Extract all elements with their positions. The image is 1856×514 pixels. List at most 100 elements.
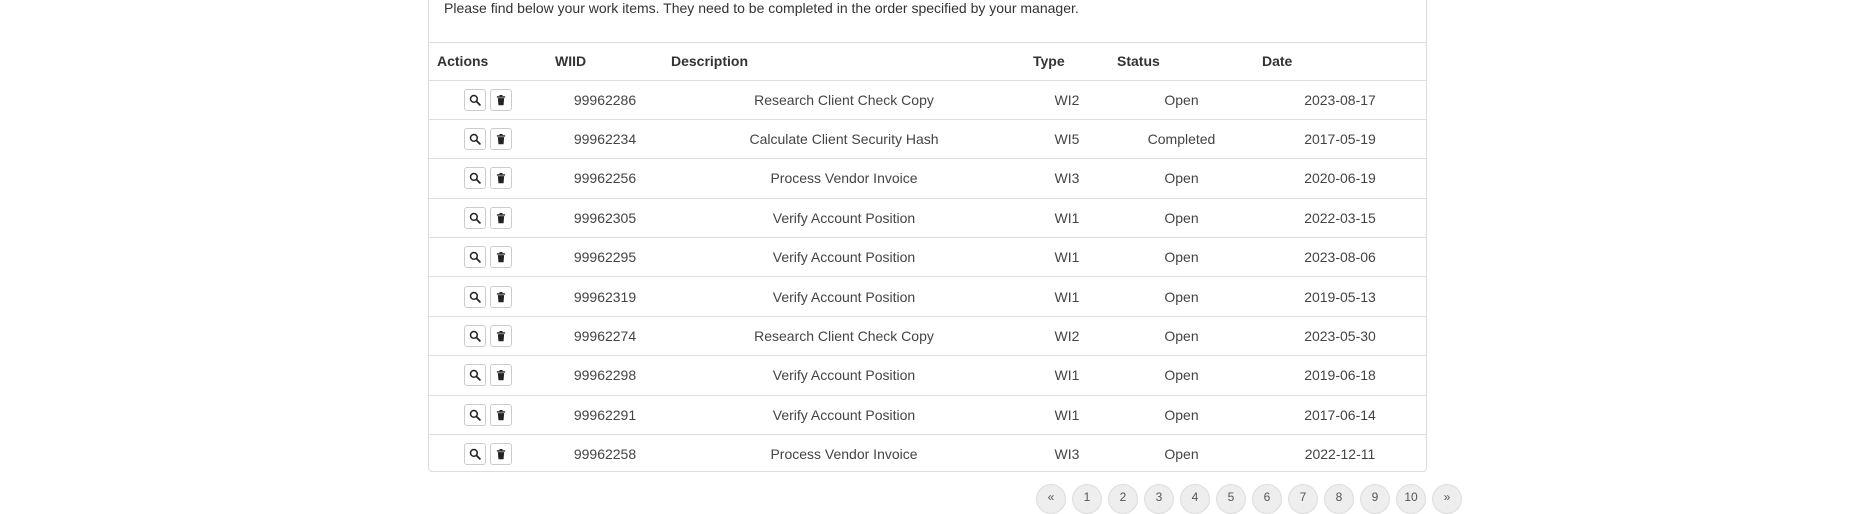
description-cell: Verify Account Position: [663, 198, 1025, 239]
trash-icon: [495, 330, 507, 342]
status-cell: Open: [1109, 158, 1254, 199]
page-link[interactable]: 10: [1396, 484, 1426, 514]
type-cell: WI1: [1025, 198, 1109, 239]
table-header-row: Actions WIID Description Type Status Dat…: [429, 43, 1426, 81]
delete-button[interactable]: [490, 167, 512, 190]
date-cell: 2023-05-30: [1254, 316, 1426, 357]
view-button[interactable]: [464, 364, 486, 387]
description-cell: Verify Account Position: [663, 237, 1025, 278]
table-row: 99962258 Process Vendor Invoice WI3 Open 202…: [429, 435, 1426, 474]
search-icon: [469, 409, 481, 421]
trash-icon: [495, 369, 507, 381]
description-cell: Research Client Check Copy: [663, 80, 1025, 120]
page-link[interactable]: 1: [1072, 484, 1102, 514]
page-link[interactable]: 5: [1216, 484, 1246, 514]
trash-icon: [495, 448, 507, 460]
search-icon: [469, 212, 481, 224]
type-cell: WI1: [1025, 276, 1109, 317]
view-button[interactable]: [464, 246, 486, 269]
table-row: 99962305 Verify Account Position WI1 Open 20…: [429, 198, 1426, 239]
actions-cell: [429, 158, 547, 199]
delete-button[interactable]: [490, 88, 512, 111]
trash-icon: [495, 212, 507, 224]
table-row: 99962274 Research Client Check Copy WI2 Ope…: [429, 316, 1426, 357]
view-button[interactable]: [464, 206, 486, 229]
date-cell: 2022-12-11: [1304, 446, 1376, 463]
page-link[interactable]: 3: [1144, 484, 1174, 514]
view-button[interactable]: [464, 128, 486, 151]
wiid-cell: 99962319: [547, 276, 663, 317]
page-link[interactable]: «: [1036, 484, 1066, 514]
actions-cell: [429, 276, 547, 317]
view-button[interactable]: [464, 403, 486, 426]
view-button[interactable]: [464, 443, 486, 466]
page-link[interactable]: 2: [1108, 484, 1138, 514]
delete-button[interactable]: [490, 246, 512, 269]
trash-icon: [495, 291, 507, 303]
status-cell: Open: [1109, 355, 1254, 396]
wiid-cell: 99962234: [547, 119, 663, 160]
search-icon: [469, 251, 481, 264]
type-cell: WI3: [1025, 158, 1109, 199]
description-cell: Calculate Client Security Hash: [663, 119, 1025, 160]
wiid-cell: 99962298: [547, 355, 663, 396]
wiid-cell: 99962256: [547, 158, 663, 199]
search-icon: [469, 172, 481, 185]
status-cell: Open: [1109, 316, 1254, 357]
delete-button[interactable]: [490, 206, 512, 229]
table-row: 99962286 Research Client Check Copy WI2 Ope…: [429, 80, 1426, 120]
description-cell: Process Vendor Invoice: [770, 446, 918, 463]
table-row: 99962319 Verify Account Position WI1 Open 20…: [429, 276, 1426, 317]
table-row: 99962291 Verify Account Position WI1 Open 20…: [429, 395, 1426, 436]
date-cell: 2017-05-19: [1254, 119, 1426, 160]
date-cell: 2017-06-14: [1254, 395, 1426, 436]
table-row: 99962295 Verify Account Position WI1 Open 20…: [429, 237, 1426, 278]
wiid-cell: 99962305: [547, 198, 663, 239]
status-cell: Open: [1109, 395, 1254, 436]
header-status: Status: [1109, 43, 1254, 81]
date-cell: 2023-08-06: [1254, 237, 1426, 278]
type-cell: WI1: [1025, 355, 1109, 396]
view-button[interactable]: [464, 88, 486, 111]
view-button[interactable]: [464, 325, 486, 348]
page-link[interactable]: 9: [1360, 484, 1390, 514]
page-link[interactable]: 7: [1288, 484, 1318, 514]
type-cell: WI1: [1025, 395, 1109, 436]
type-cell: WI5: [1025, 119, 1109, 160]
header-actions: Actions: [429, 43, 547, 81]
actions-cell: [429, 435, 547, 474]
page-link[interactable]: »: [1432, 484, 1462, 514]
header-wiid: WIID: [547, 43, 663, 81]
date-cell: 2019-06-18: [1254, 355, 1426, 396]
page-link[interactable]: 6: [1252, 484, 1282, 514]
status-cell: Open: [1109, 276, 1254, 317]
view-button[interactable]: [464, 285, 486, 308]
wiid-cell: 99962291: [547, 395, 663, 436]
view-button[interactable]: [464, 167, 486, 190]
page-link[interactable]: 8: [1324, 484, 1354, 514]
delete-button[interactable]: [490, 364, 512, 387]
search-icon: [469, 291, 481, 303]
page-link[interactable]: 4: [1180, 484, 1210, 514]
actions-cell: [429, 355, 547, 396]
type-cell: WI2: [1025, 316, 1109, 357]
trash-icon: [495, 251, 507, 263]
type-cell: WI1: [1025, 237, 1109, 278]
work-items-panel: Please find below your work items. They …: [428, 0, 1427, 472]
delete-button[interactable]: [490, 285, 512, 308]
table-row: 99962256 Process Vendor Invoice WI3 Open 202…: [429, 158, 1426, 199]
date-cell: 2020-06-19: [1254, 158, 1426, 199]
delete-button[interactable]: [490, 403, 512, 426]
status-cell: Completed: [1109, 119, 1254, 160]
status-cell: Open: [1109, 80, 1254, 120]
delete-button[interactable]: [490, 128, 512, 151]
wiid-cell: 99962286: [547, 80, 663, 120]
delete-button[interactable]: [490, 443, 512, 466]
description-cell: Process Vendor Invoice: [663, 158, 1025, 199]
table-row: 99962234 Calculate Client Security Hash WI…: [429, 119, 1426, 160]
date-cell: 2019-05-13: [1254, 276, 1426, 317]
status-cell: Open: [1164, 446, 1199, 463]
table-row: 99962298 Verify Account Position WI1 Open 20…: [429, 355, 1426, 396]
delete-button[interactable]: [490, 325, 512, 348]
wiid-cell: 99962258: [573, 446, 637, 463]
